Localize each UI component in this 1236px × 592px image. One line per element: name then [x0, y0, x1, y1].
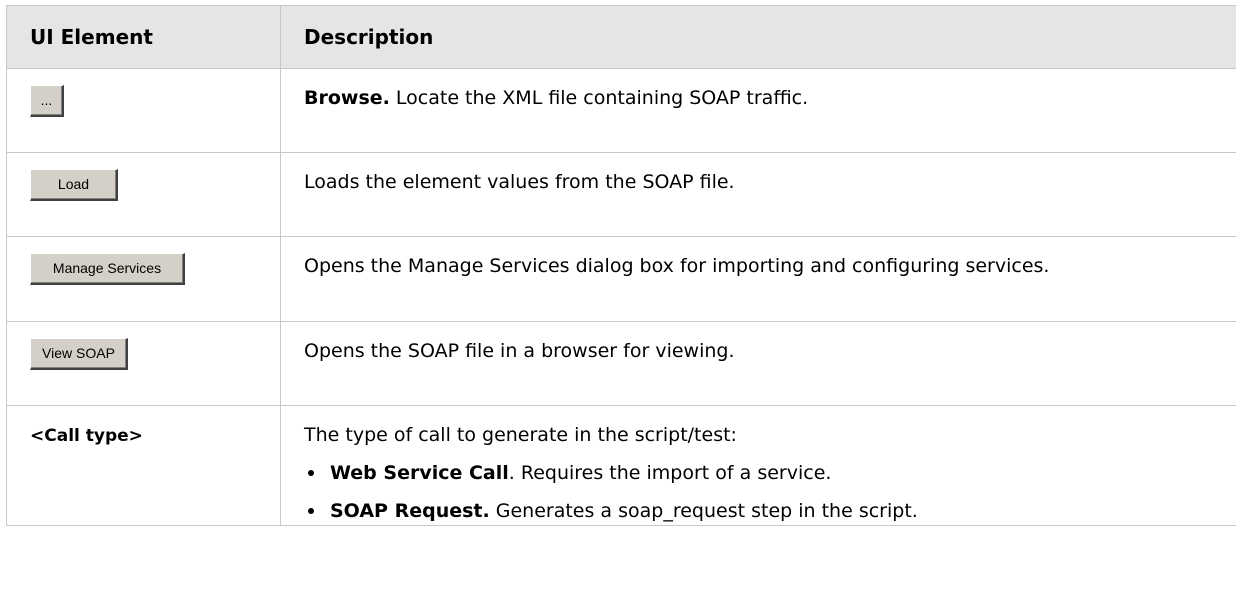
load-button[interactable]: Load — [30, 169, 118, 201]
table-row: ... Browse. Locate the XML file containi… — [6, 68, 1236, 153]
table-row: Manage Services Opens the Manage Service… — [6, 236, 1236, 322]
table-header-row: UI Element Description — [6, 5, 1236, 69]
ui-element-cell: Manage Services — [6, 236, 281, 322]
header-description: Description — [280, 5, 1236, 69]
ui-element-cell: ... — [6, 68, 281, 153]
description-body: Opens the Manage Services dialog box for… — [304, 255, 1050, 277]
list-item: Web Service Call. Requires the import of… — [304, 459, 1236, 487]
list-item-bold: SOAP Request. — [330, 500, 490, 522]
ui-element-cell: <Call type> — [6, 405, 281, 526]
description-body: Locate the XML file containing SOAP traf… — [389, 87, 809, 109]
description-body: Opens the SOAP file in a browser for vie… — [304, 340, 735, 362]
description-cell: The type of call to generate in the scri… — [280, 405, 1236, 526]
view-soap-button[interactable]: View SOAP — [30, 338, 128, 370]
description-cell: Loads the element values from the SOAP f… — [280, 152, 1236, 237]
bullet-icon — [308, 508, 314, 514]
ui-element-cell: Load — [6, 152, 281, 237]
header-ui-element: UI Element — [6, 5, 281, 69]
description-body: The type of call to generate in the scri… — [304, 424, 737, 446]
ui-element-table: UI Element Description ... Browse. Locat… — [6, 5, 1236, 526]
call-type-label: <Call type> — [30, 426, 143, 446]
browse-button[interactable]: ... — [30, 85, 64, 117]
table-row: Load Loads the element values from the S… — [6, 152, 1236, 237]
description-text: Browse. Locate the XML file containing S… — [304, 69, 1236, 112]
bullet-icon — [308, 470, 314, 476]
description-cell: Browse. Locate the XML file containing S… — [280, 68, 1236, 153]
description-body: Loads the element values from the SOAP f… — [304, 171, 735, 193]
table-row: View SOAP Opens the SOAP file in a brows… — [6, 321, 1236, 406]
list-item-text: . Requires the import of a service. — [508, 462, 832, 484]
description-cell: Opens the SOAP file in a browser for vie… — [280, 321, 1236, 406]
call-type-list: Web Service Call. Requires the import of… — [304, 459, 1236, 525]
description-bold: Browse. — [304, 87, 390, 109]
manage-services-button[interactable]: Manage Services — [30, 253, 185, 285]
table-row: <Call type> The type of call to generate… — [6, 405, 1236, 526]
list-item-text: Generates a soap_request step in the scr… — [489, 500, 918, 522]
list-item-bold: Web Service Call — [330, 462, 509, 484]
ui-element-cell: View SOAP — [6, 321, 281, 406]
description-cell: Opens the Manage Services dialog box for… — [280, 236, 1236, 322]
list-item: SOAP Request. Generates a soap_request s… — [304, 497, 1236, 525]
